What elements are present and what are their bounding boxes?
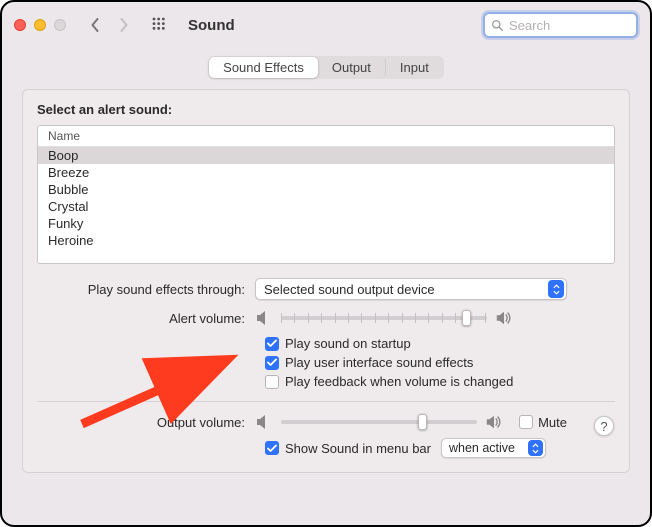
play-startup-label: Play sound on startup bbox=[285, 336, 411, 351]
alert-sound-label: Select an alert sound: bbox=[37, 102, 615, 117]
alert-volume-slider[interactable] bbox=[281, 316, 487, 320]
forward-button bbox=[114, 16, 132, 34]
speaker-low-icon bbox=[255, 310, 273, 326]
back-button[interactable] bbox=[86, 16, 104, 34]
stepper-icon bbox=[548, 280, 564, 298]
speaker-low-icon bbox=[255, 414, 273, 430]
zoom-window-button bbox=[54, 19, 66, 31]
search-field-wrap[interactable] bbox=[483, 12, 638, 38]
titlebar: Sound bbox=[2, 2, 650, 48]
alert-sound-item[interactable]: Boop bbox=[38, 147, 614, 164]
show-menu-bar-dropdown[interactable]: when active bbox=[441, 438, 546, 458]
output-volume-slider[interactable] bbox=[281, 420, 477, 424]
show-all-button[interactable] bbox=[152, 17, 168, 33]
alert-sound-item[interactable]: Crystal bbox=[38, 198, 614, 215]
close-window-button[interactable] bbox=[14, 19, 26, 31]
tab-output[interactable]: Output bbox=[318, 57, 386, 78]
minimize-window-button[interactable] bbox=[34, 19, 46, 31]
speaker-high-icon bbox=[495, 310, 513, 326]
play-ui-sounds-label: Play user interface sound effects bbox=[285, 355, 473, 370]
slider-thumb[interactable] bbox=[462, 310, 471, 326]
play-startup-checkbox[interactable] bbox=[265, 337, 279, 351]
play-ui-sounds-checkbox[interactable] bbox=[265, 356, 279, 370]
alert-sound-item[interactable]: Breeze bbox=[38, 164, 614, 181]
alert-volume-label: Alert volume: bbox=[37, 311, 255, 326]
window-controls bbox=[14, 19, 66, 31]
output-volume-label: Output volume: bbox=[37, 415, 255, 430]
tab-input[interactable]: Input bbox=[386, 57, 443, 78]
play-feedback-checkbox[interactable] bbox=[265, 375, 279, 389]
tab-sound-effects[interactable]: Sound Effects bbox=[209, 57, 318, 78]
window-title: Sound bbox=[188, 17, 235, 34]
alert-sound-item[interactable]: Bubble bbox=[38, 181, 614, 198]
mute-checkbox[interactable] bbox=[519, 415, 533, 429]
alert-sound-item[interactable]: Funky bbox=[38, 215, 614, 232]
search-input[interactable] bbox=[509, 18, 630, 33]
sound-preferences-window: Sound Sound Effects Output Input Select … bbox=[0, 0, 652, 527]
stepper-icon bbox=[528, 440, 543, 456]
show-menu-bar-value: when active bbox=[449, 441, 515, 455]
play-through-dropdown[interactable]: Selected sound output device bbox=[255, 278, 567, 300]
speaker-high-icon bbox=[485, 414, 503, 430]
play-feedback-label: Play feedback when volume is changed bbox=[285, 374, 513, 389]
alert-sound-column-name[interactable]: Name bbox=[38, 126, 614, 147]
show-menu-bar-checkbox[interactable] bbox=[265, 441, 279, 455]
mute-label: Mute bbox=[538, 415, 567, 430]
help-button[interactable]: ? bbox=[594, 416, 614, 436]
alert-sound-list[interactable]: Name Boop Breeze Bubble Crystal Funky He… bbox=[37, 125, 615, 264]
play-through-value: Selected sound output device bbox=[264, 282, 435, 297]
play-through-label: Play sound effects through: bbox=[37, 282, 255, 297]
search-icon bbox=[491, 19, 504, 32]
alert-sound-item[interactable]: Heroine bbox=[38, 232, 614, 249]
main-panel: Select an alert sound: Name Boop Breeze … bbox=[22, 89, 630, 473]
divider bbox=[37, 401, 615, 402]
slider-thumb[interactable] bbox=[418, 414, 427, 430]
tab-bar: Sound Effects Output Input bbox=[208, 56, 444, 79]
show-menu-bar-label: Show Sound in menu bar bbox=[285, 441, 431, 456]
